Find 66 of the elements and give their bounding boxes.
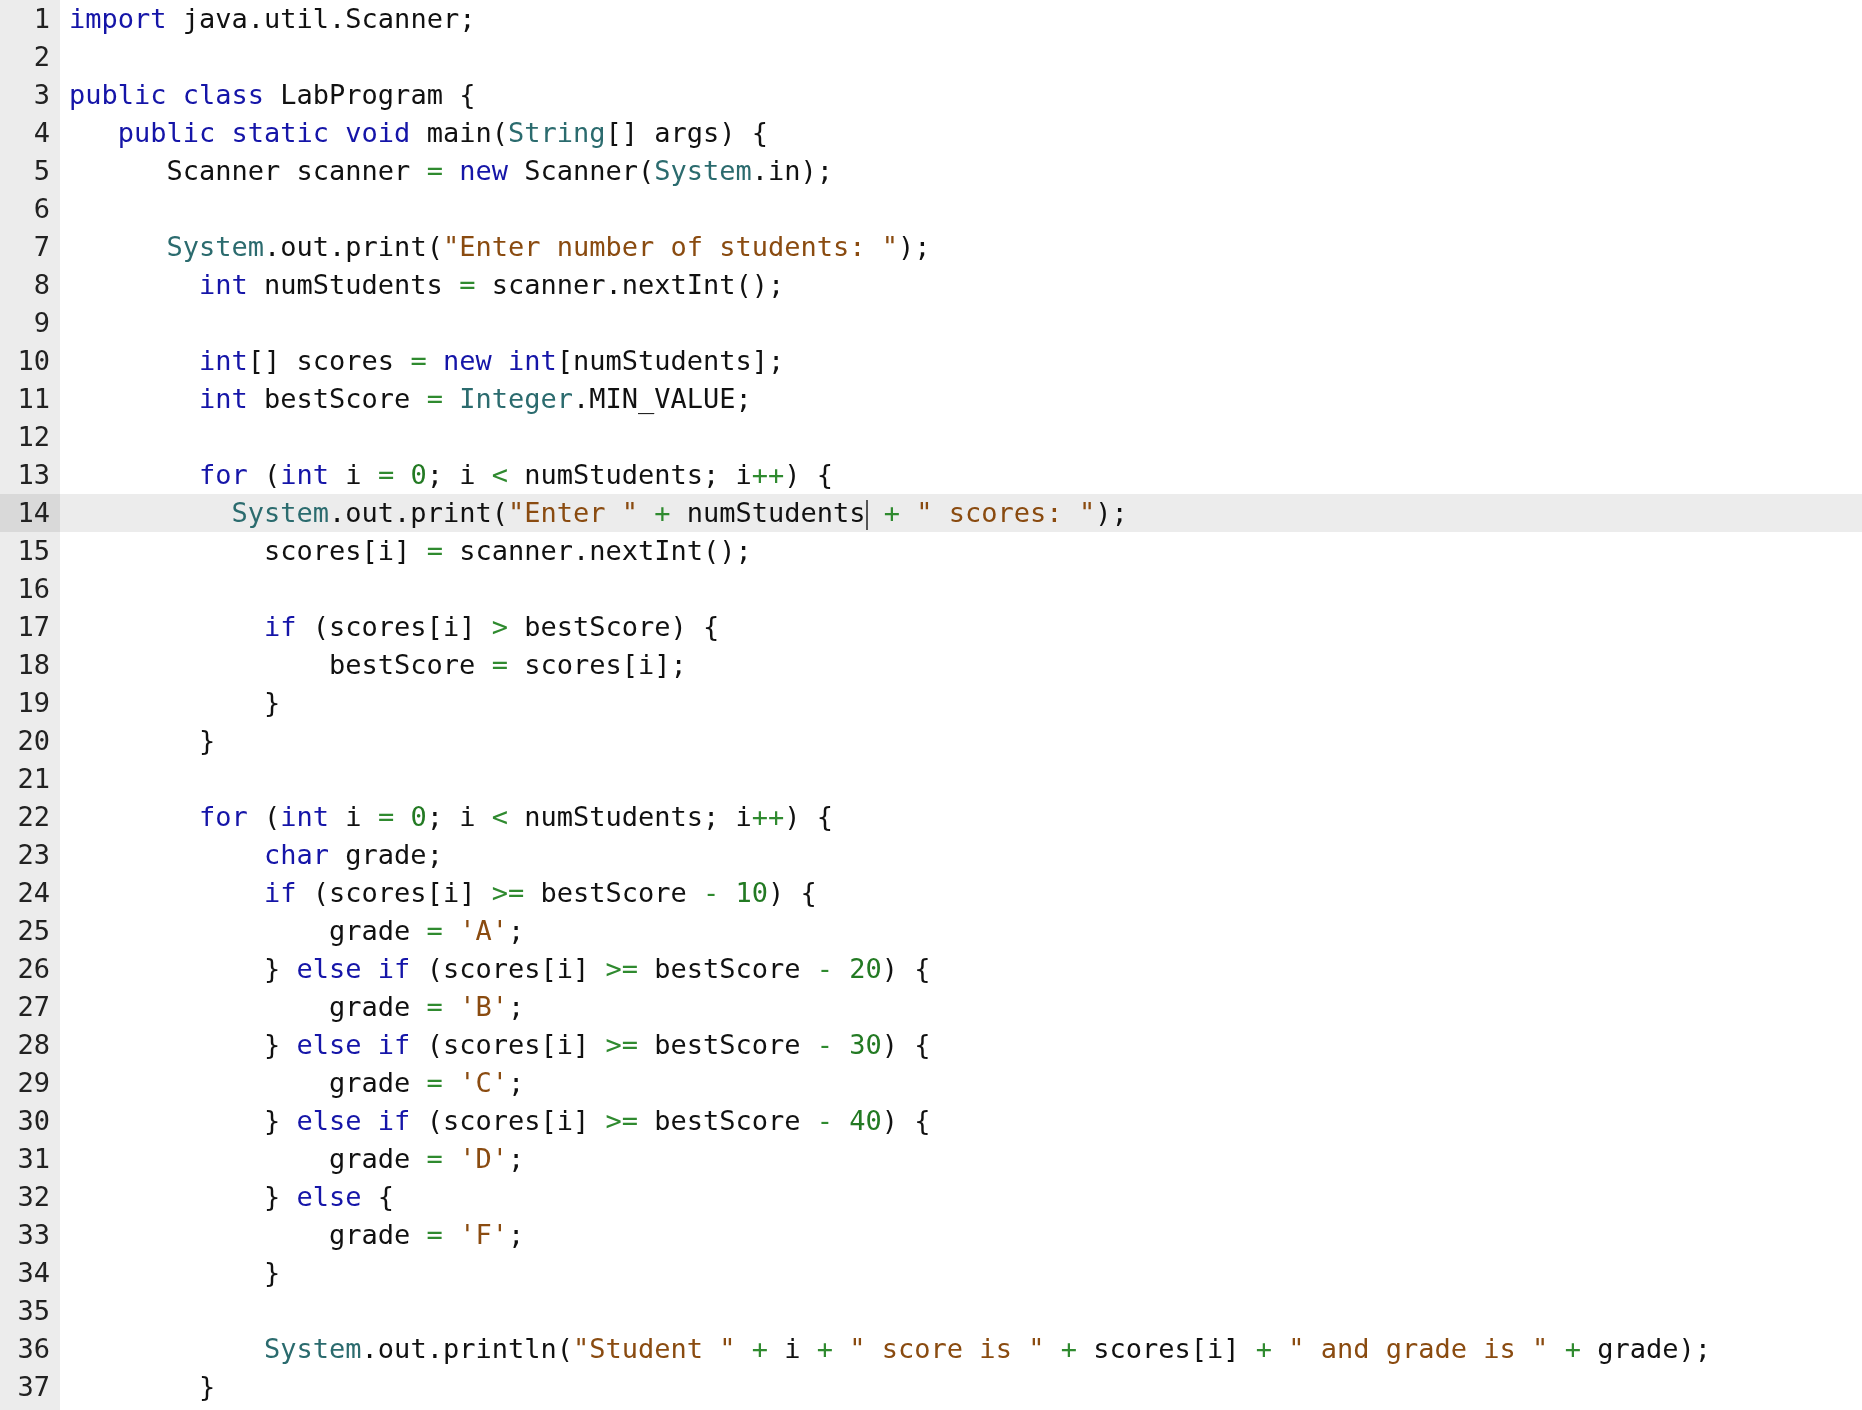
line-number: 32 [16, 1180, 51, 1214]
line-number: 11 [16, 382, 51, 416]
code-line: grade = 'F'; [328, 1218, 526, 1252]
code-line: grade = 'D'; [328, 1142, 526, 1176]
code-line: scores[i] = scanner.nextInt(); [263, 534, 753, 568]
code-line: grade = 'C'; [328, 1066, 526, 1100]
code-line: } else { [263, 1180, 396, 1214]
code-line: } [198, 724, 217, 758]
line-number: 13 [16, 458, 51, 492]
line-number: 37 [16, 1370, 51, 1404]
line-number: 35 [16, 1294, 51, 1328]
line-number: 4 [32, 116, 51, 150]
code-line: import java.util.Scanner; [68, 2, 477, 36]
line-number: 20 [16, 724, 51, 758]
line-number: 29 [16, 1066, 51, 1100]
code-line: grade = 'B'; [328, 990, 526, 1024]
line-number: 17 [16, 610, 51, 644]
line-number: 19 [16, 686, 51, 720]
code-line: public class LabProgram { [68, 78, 477, 112]
line-number: 26 [16, 952, 51, 986]
code-line: } else if (scores[i] >= bestScore - 40) { [263, 1104, 932, 1138]
line-number: 23 [16, 838, 51, 872]
code-line: bestScore = scores[i]; [328, 648, 688, 682]
line-number: 22 [16, 800, 51, 834]
code-line: } [198, 1370, 217, 1404]
line-number: 9 [32, 306, 51, 340]
line-number: 1 [32, 2, 51, 36]
line-number: 3 [32, 78, 51, 112]
line-number: 7 [32, 230, 51, 264]
line-number: 10 [16, 344, 51, 378]
code-line: } else if (scores[i] >= bestScore - 30) { [263, 1028, 932, 1062]
line-number: 28 [16, 1028, 51, 1062]
code-line: int[] scores = new int[numStudents]; [198, 344, 786, 378]
line-number: 8 [32, 268, 51, 302]
code-line: } [263, 686, 282, 720]
line-number: 27 [16, 990, 51, 1024]
line-number: 25 [16, 914, 51, 948]
code-line: int numStudents = scanner.nextInt(); [198, 268, 786, 302]
code-line: public static void main(String[] args) { [116, 116, 770, 150]
code-line: } else if (scores[i] >= bestScore - 20) { [263, 952, 932, 986]
line-number: 21 [16, 762, 51, 796]
code-line: int bestScore = Integer.MIN_VALUE; [198, 382, 753, 416]
line-number: 33 [16, 1218, 51, 1252]
line-number: 2 [32, 40, 51, 74]
line-number: 24 [16, 876, 51, 910]
code-line: grade = 'A'; [328, 914, 526, 948]
line-number: 15 [16, 534, 51, 568]
code-line: for (int i = 0; i < numStudents; i++) { [198, 800, 835, 834]
line-number: 12 [16, 420, 51, 454]
line-number: 31 [16, 1142, 51, 1176]
line-number: 36 [16, 1332, 51, 1366]
line-number: 16 [16, 572, 51, 606]
code-line: if (scores[i] >= bestScore - 10) { [263, 876, 818, 910]
line-number: 6 [32, 192, 51, 226]
line-number: 18 [16, 648, 51, 682]
code-line: if (scores[i] > bestScore) { [263, 610, 721, 644]
code-line: Scanner scanner = new Scanner(System.in); [165, 154, 835, 188]
code-line: System.out.print("Enter number of students: "); [165, 230, 932, 264]
code-line: for (int i = 0; i < numStudents; i++) { [198, 458, 835, 492]
code-line: } [263, 1256, 282, 1290]
line-number: 14 [0, 494, 60, 532]
code-line: char grade; [263, 838, 444, 872]
line-number: 30 [16, 1104, 51, 1138]
code-line: System.out.println("Student " + i + " score is " + scores[i] + " and grade is " + grade); [263, 1332, 1712, 1366]
line-number: 5 [32, 154, 51, 188]
line-number: 34 [16, 1256, 51, 1290]
